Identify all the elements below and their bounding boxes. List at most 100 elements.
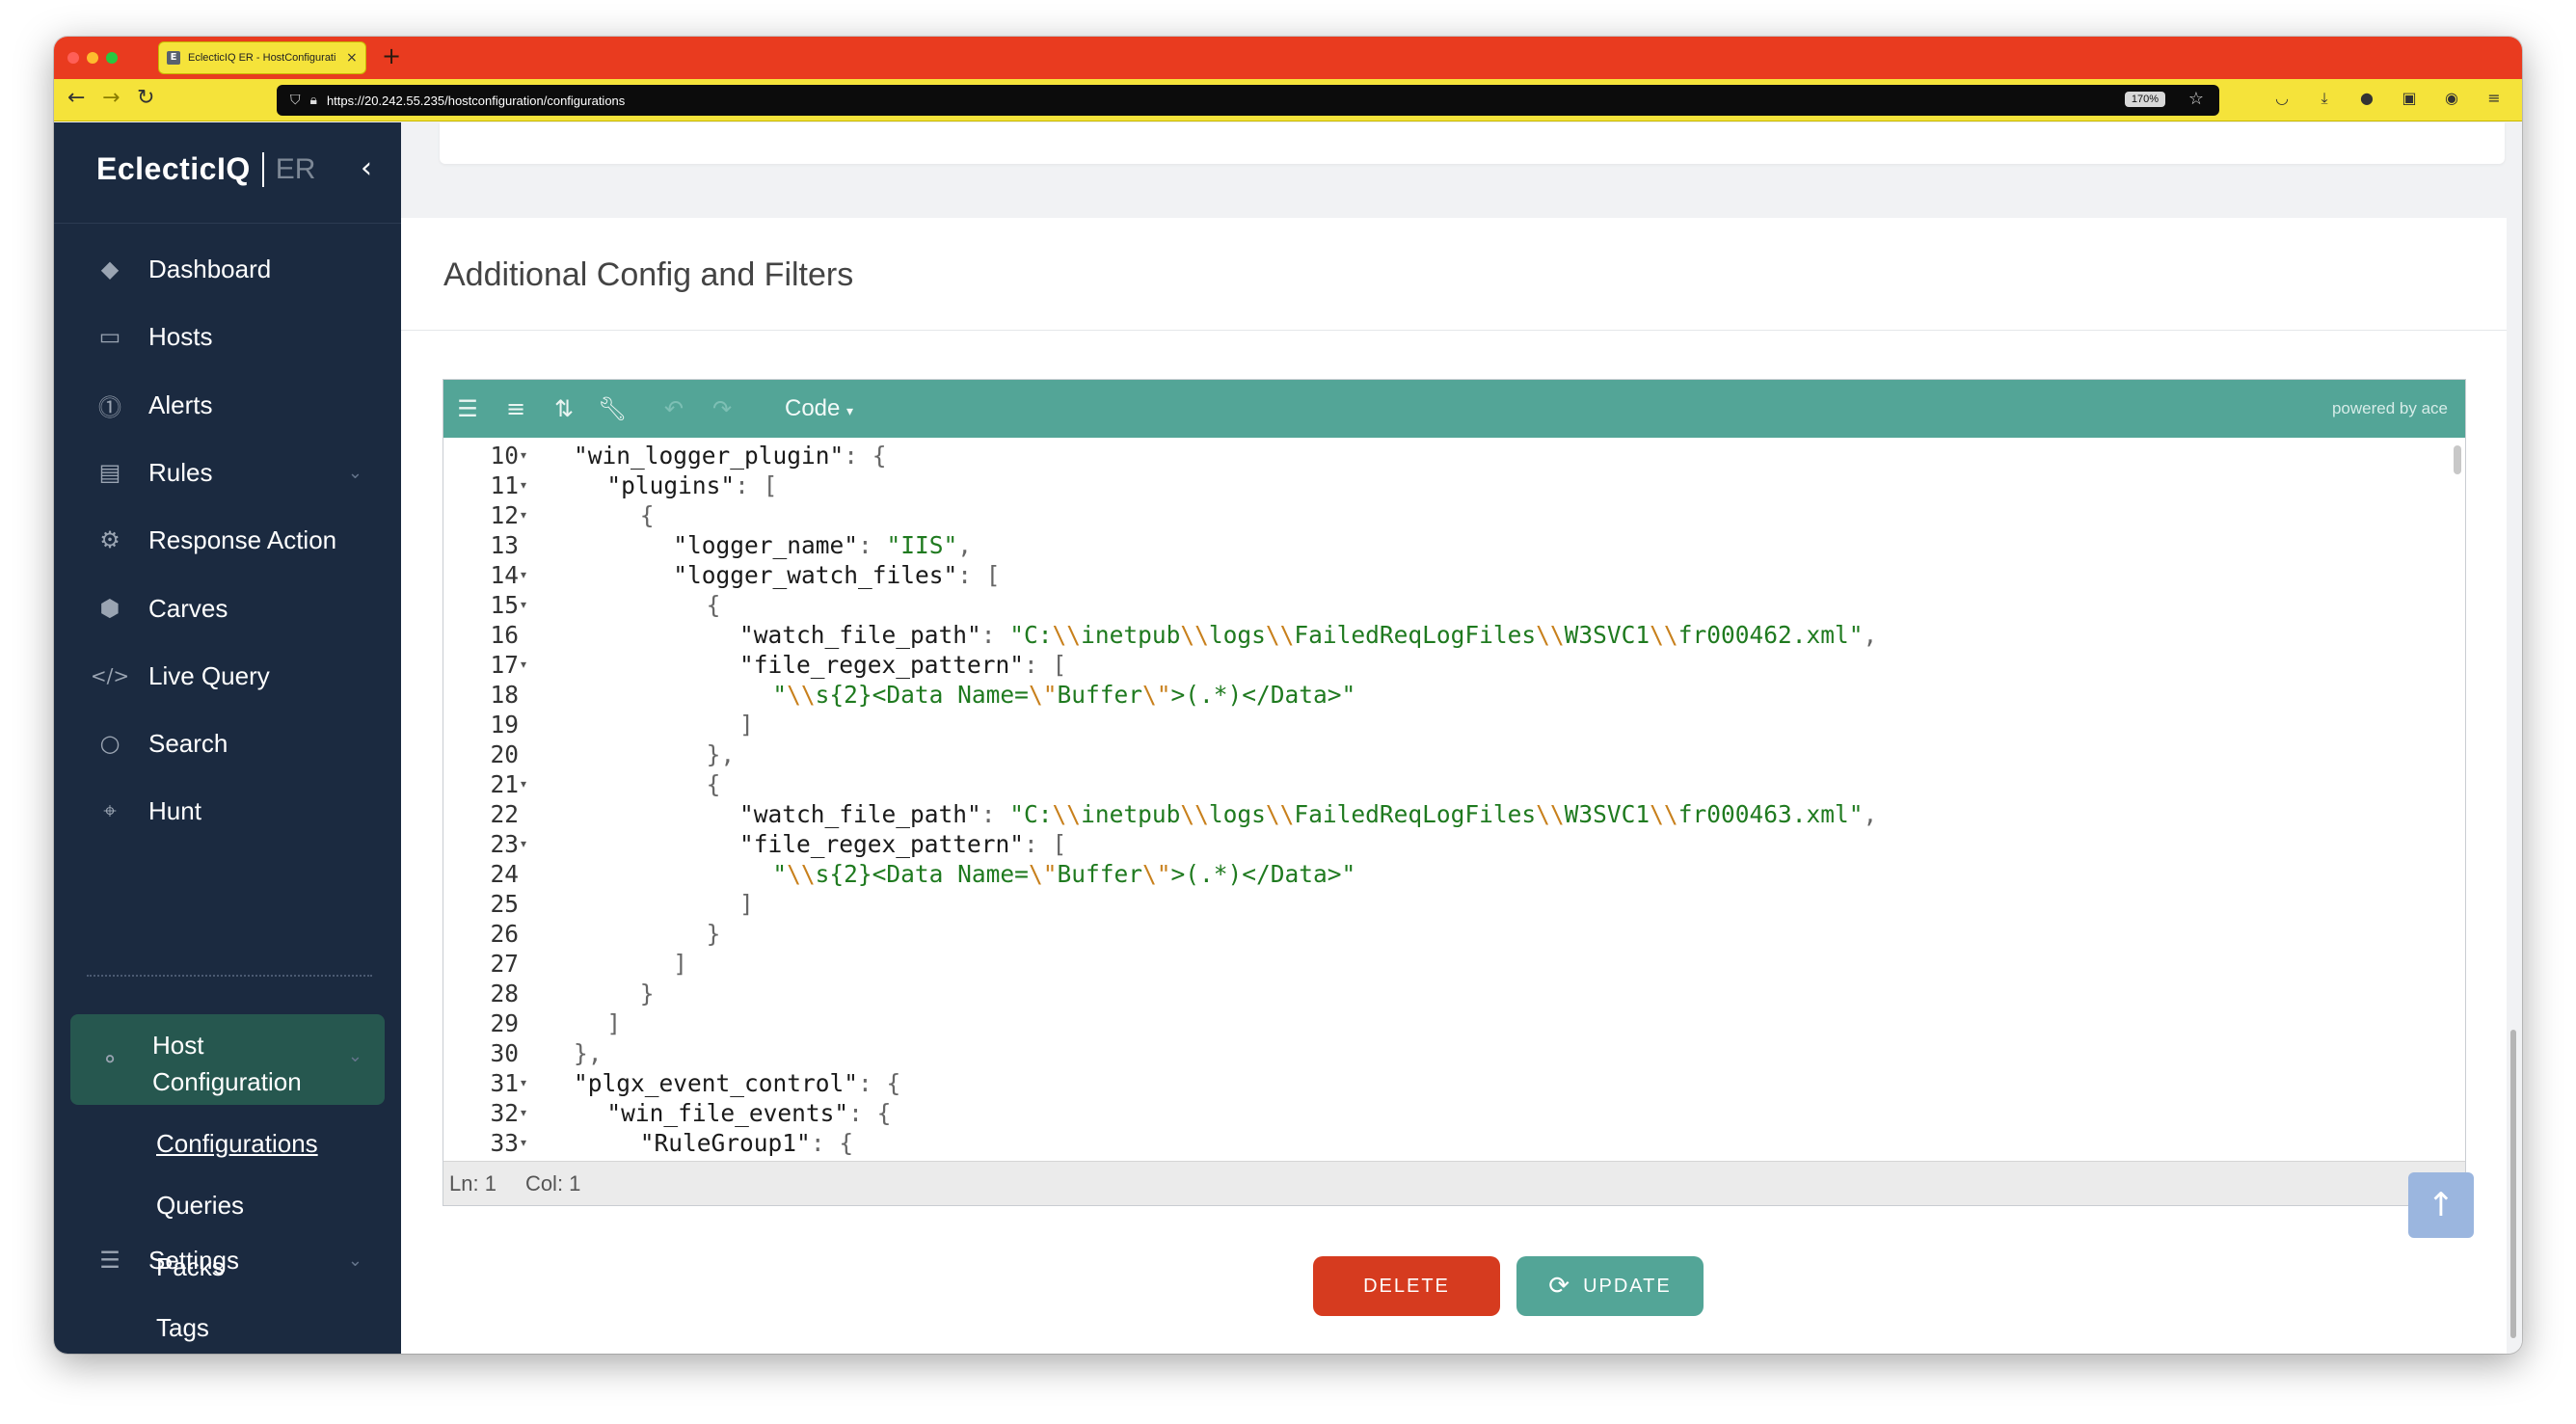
sidebar-subitem-queries[interactable]: Queries (156, 1191, 244, 1221)
server-icon: ☰ (99, 1247, 121, 1274)
code-line[interactable]: 12 ▾ { (443, 500, 2449, 530)
line-number: 28 (490, 980, 519, 1008)
collapse-sidebar-icon[interactable]: ‹ (361, 151, 372, 185)
fold-toggle-icon[interactable]: ▾ (521, 470, 526, 500)
scroll-to-top-button[interactable]: ↑ (2408, 1172, 2474, 1238)
code-text: ] (739, 711, 754, 739)
fold-toggle-icon[interactable]: ▾ (521, 500, 526, 530)
code-line[interactable]: 14 ▾ "logger_watch_files": [ (443, 560, 2449, 590)
browser-tab[interactable]: E EclecticIQ ER - HostConfigurati × (158, 41, 366, 74)
sort-icon[interactable]: ⇅ (548, 392, 580, 425)
code-line[interactable]: 16 "watch_file_path": "C:\\inetpub\\logs\… (443, 620, 2449, 650)
fold-toggle-icon[interactable]: ▾ (521, 590, 526, 620)
code-line[interactable]: 28} (443, 979, 2449, 1008)
fold-toggle-icon[interactable]: ▾ (521, 1098, 526, 1128)
code-line[interactable]: 30}, (443, 1038, 2449, 1068)
pocket-icon[interactable]: ◡ (2271, 88, 2293, 109)
shield-icon[interactable]: ⛉ (290, 93, 301, 108)
menu-icon[interactable]: ≡ (2483, 88, 2505, 109)
code-line[interactable]: 15 ▾ { (443, 590, 2449, 620)
fold-toggle-icon[interactable]: ▾ (521, 829, 526, 859)
code-line[interactable]: 19] (443, 710, 2449, 739)
code-line[interactable]: 22 "watch_file_path": "C:\\inetpub\\logs\… (443, 799, 2449, 829)
code-text: "RuleGroup1": { (639, 1129, 854, 1157)
line-number: 30 (490, 1039, 519, 1067)
sidebar-item-response-action[interactable]: ⚙ Response Action (54, 515, 401, 565)
sidebar-subitem-configurations[interactable]: Configurations (156, 1129, 318, 1159)
extension-icon[interactable]: ● (2356, 88, 2377, 109)
editor-vertical-scrollbar[interactable] (2454, 445, 2461, 474)
sidebar-item-search[interactable]: ○ Search (54, 718, 401, 768)
lock-icon[interactable]: 🔒︎ (310, 93, 317, 108)
new-tab-button[interactable]: + (382, 42, 401, 69)
sidebar-item-dashboard[interactable]: ◆ Dashboard (54, 244, 401, 294)
sidebar-item-label: Host Configuration (152, 1031, 302, 1096)
sidebar-item-label: Settings (148, 1245, 239, 1275)
line-number: 16 (490, 621, 519, 649)
zoom-badge[interactable]: 170% (2124, 92, 2165, 107)
sidebar-subitem-tags[interactable]: Tags (156, 1313, 209, 1343)
code-line[interactable]: 23 ▾ "file_regex_pattern": [ (443, 829, 2449, 859)
line-number: 17 (490, 651, 519, 679)
code-line[interactable]: 17 ▾ "file_regex_pattern": [ (443, 650, 2449, 680)
minimize-window-button[interactable] (87, 52, 98, 64)
undo-icon[interactable]: ↶ (657, 392, 690, 425)
fold-toggle-icon[interactable]: ▾ (521, 650, 526, 680)
close-window-button[interactable] (67, 52, 79, 64)
sidebar-item-carves[interactable]: ⬢ Carves (54, 583, 401, 633)
line-number: 19 (490, 711, 519, 739)
fold-toggle-icon[interactable]: ▾ (521, 769, 526, 799)
browser-toolbar-icons: ◡ ⤓ ● ▣ ◉ ≡ (2271, 88, 2505, 109)
reload-icon[interactable]: ↻ (137, 86, 154, 110)
fold-toggle-icon[interactable]: ▾ (521, 1128, 526, 1158)
line-number: 20 (490, 740, 519, 768)
redo-icon[interactable]: ↷ (706, 392, 738, 425)
back-arrow-icon[interactable]: ← (67, 86, 85, 110)
mode-dropdown[interactable]: Code ▾ (785, 395, 853, 422)
code-line[interactable]: 32 ▾ "win_file_events": { (443, 1098, 2449, 1128)
sidebar-item-hunt[interactable]: ⌖ Hunt (54, 786, 401, 836)
brand-logo[interactable]: EclecticIQ ER (96, 151, 315, 187)
sidebar-item-settings[interactable]: ☰ Settings ⌄ (54, 1235, 401, 1285)
code-area[interactable]: 10 ▾ "win_logger_plugin": {11 ▾ "plugins": [… (443, 438, 2465, 1163)
code-line[interactable]: 31 ▾ "plgx_event_control": { (443, 1068, 2449, 1098)
screenshot-icon[interactable]: ▣ (2399, 88, 2420, 109)
profile-icon[interactable]: ◉ (2441, 88, 2462, 109)
wrench-icon[interactable]: 🔧︎ (596, 392, 629, 425)
fold-toggle-icon[interactable]: ▾ (521, 441, 526, 470)
code-line[interactable]: 21 ▾ { (443, 769, 2449, 799)
code-line[interactable]: 33 ▾ "RuleGroup1": { (443, 1128, 2449, 1158)
code-line[interactable]: 26} (443, 919, 2449, 949)
bookmark-star-icon[interactable]: ☆ (2188, 89, 2204, 109)
code-line[interactable]: 20}, (443, 739, 2449, 769)
powered-by-label[interactable]: powered by ace (2332, 399, 2448, 418)
code-line[interactable]: 11 ▾ "plugins": [ (443, 470, 2449, 500)
code-line[interactable]: 25] (443, 889, 2449, 919)
format-icon[interactable]: ☰ (451, 392, 484, 425)
code-line[interactable]: 27] (443, 949, 2449, 979)
line-number: 26 (490, 920, 519, 948)
download-icon[interactable]: ⤓ (2314, 88, 2335, 109)
forward-arrow-icon[interactable]: → (102, 86, 120, 110)
url-text[interactable]: https://20.242.55.235/hostconfiguration/… (327, 94, 625, 108)
fold-toggle-icon[interactable]: ▾ (521, 560, 526, 590)
fold-toggle-icon[interactable]: ▾ (521, 1068, 526, 1098)
code-line[interactable]: 29] (443, 1008, 2449, 1038)
code-editor[interactable]: ☰ ≡ ⇅ 🔧︎ ↶ ↷ Code ▾ powered by ace 10 ▾ "w… (443, 379, 2466, 1206)
update-button[interactable]: ⟳ UPDATE (1516, 1256, 1704, 1316)
compact-icon[interactable]: ≡ (499, 392, 532, 425)
code-line[interactable]: 18 "\\s{2}<Data Name=\"Buffer\">(.*)</Dat… (443, 680, 2449, 710)
delete-button[interactable]: DELETE (1313, 1256, 1500, 1316)
address-bar[interactable]: ⛉ 🔒︎ https://20.242.55.235/hostconfigura… (277, 85, 2219, 116)
sidebar-item-hosts[interactable]: ▭ Hosts (54, 311, 401, 362)
code-text: ] (606, 1009, 622, 1037)
code-line[interactable]: 10 ▾ "win_logger_plugin": { (443, 441, 2449, 470)
sidebar-item-alerts[interactable]: ⓵ Alerts (54, 380, 401, 430)
sidebar-item-rules[interactable]: ▤ Rules ⌄ (54, 447, 401, 497)
maximize-window-button[interactable] (106, 52, 118, 64)
tab-close-icon[interactable]: × (346, 50, 358, 66)
page-scrollbar[interactable] (2510, 1030, 2516, 1338)
code-line[interactable]: 24 "\\s{2}<Data Name=\"Buffer\">(.*)</Dat… (443, 859, 2449, 889)
code-line[interactable]: 13 "logger_name": "IIS", (443, 530, 2449, 560)
sidebar-item-live-query[interactable]: </> Live Query (54, 651, 401, 701)
